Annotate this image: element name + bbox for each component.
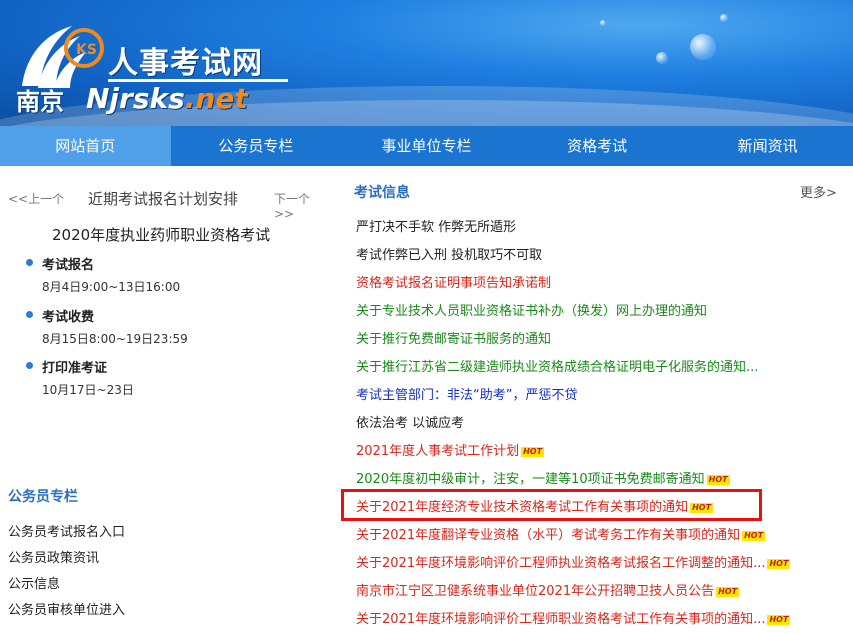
news-item[interactable]: 关于专业技术人员职业资格证书补办（换发）网上办理的通知 [356, 298, 790, 326]
news-item-text: 严打决不手软 作弊无所遁形 [356, 220, 517, 235]
civil-servant-link[interactable]: 公示信息 [8, 572, 125, 598]
civil-servant-link[interactable]: 公务员审核单位进入 [8, 598, 125, 624]
carousel-next-button[interactable]: 下一个>> [274, 190, 328, 221]
news-item-text: 关于2021年度环境影响评价工程师职业资格考试工作有关事项的通知... [356, 612, 766, 627]
main-nav: 网站首页 公务员专栏 事业单位专栏 资格考试 新闻资讯 [0, 126, 853, 166]
exam-plan-carousel: <<上一个 近期考试报名计划安排 下一个>> [8, 188, 328, 221]
news-item-text: 考试作弊已入刑 投机取巧不可取 [356, 248, 543, 263]
hot-badge: HOT [521, 446, 545, 457]
logo-domain-suffix: .net [184, 82, 248, 115]
news-item[interactable]: 关于推行江苏省二级建造师执业资格成绩合格证明电子化服务的通知... [356, 354, 790, 382]
news-list: 严打决不手软 作弊无所遁形考试作弊已入刑 投机取巧不可取 资格考试报名证明事项告知… [356, 214, 791, 634]
news-item[interactable]: 关于推行免费邮寄证书服务的通知 [356, 326, 790, 354]
logo-city: 南京 [16, 88, 64, 116]
hot-badge: HOT [742, 530, 766, 541]
news-item-text: 资格考试报名证明事项告知承诺制 [356, 276, 552, 291]
site-header: KS 人事考试网 南京 Njrsks.net [0, 0, 853, 126]
highlight-box [341, 489, 762, 521]
nav-item-civil-servant[interactable]: 公务员专栏 [171, 126, 342, 166]
news-item-text: 依法治考 以诚应考 [356, 416, 465, 431]
step-date: 10月17日~23日 [42, 383, 134, 397]
news-item[interactable]: 考试主管部门：非法“助考”，严惩不贷 [356, 382, 790, 410]
news-item[interactable]: 关于2021年度环境影响评价工程师执业资格考试报名工作调整的通知... HOT [356, 550, 791, 578]
nav-item-public-institution[interactable]: 事业单位专栏 [341, 126, 512, 166]
exam-name[interactable]: 2020年度执业药师职业资格考试 [52, 224, 270, 245]
news-item-text: 2020年度初中级审计，注安，一建等10项证书免费邮寄通知 [356, 472, 705, 487]
news-item[interactable]: 资格考试报名证明事项告知承诺制 [356, 270, 790, 298]
news-item-text: 关于推行江苏省二级建造师执业资格成绩合格证明电子化服务的通知... [356, 360, 759, 375]
news-item[interactable]: 考试作弊已入刑 投机取巧不可取 [356, 242, 790, 270]
hot-badge: HOT [706, 474, 730, 485]
bullet-dot-icon [26, 362, 33, 369]
news-item-text: 关于专业技术人员职业资格证书补办（换发）网上办理的通知 [356, 304, 708, 319]
hot-badge: HOT [767, 558, 791, 569]
step-title: 打印准考证 [42, 361, 108, 376]
site-title[interactable]: 人事考试网 [108, 38, 263, 82]
logo-domain-name: Njrsks [86, 82, 185, 115]
news-item[interactable]: 依法治考 以诚应考 [356, 410, 790, 438]
news-item[interactable]: 关于2021年度环境影响评价工程师职业资格考试工作有关事项的通知... HOT [356, 606, 791, 634]
step-title: 考试报名 [42, 258, 95, 273]
nav-item-news[interactable]: 新闻资讯 [682, 126, 853, 166]
carousel-prev-button[interactable]: <<上一个 [8, 190, 64, 207]
civil-servant-link[interactable]: 公务员考试报名入口 [8, 520, 125, 546]
news-item[interactable]: 关于2021年度翻译专业资格（水平）考试考务工作有关事项的通知 HOT [356, 522, 790, 550]
bullet-dot-icon [26, 311, 33, 318]
step-date: 8月4日9:00~13日16:00 [42, 280, 181, 294]
news-item[interactable]: 2021年度人事考试工作计划 HOT [356, 438, 790, 466]
civil-servant-section-title[interactable]: 公务员专栏 [8, 486, 78, 506]
news-item[interactable]: 严打决不手软 作弊无所遁形 [356, 214, 790, 242]
hot-badge: HOT [767, 614, 791, 625]
step-title: 考试收费 [42, 310, 95, 325]
civil-servant-link[interactable]: 公务员政策资讯 [8, 546, 125, 572]
civil-servant-links: 公务员考试报名入口 公务员政策资讯 公示信息 公务员审核单位进入 [8, 520, 125, 624]
bubble-decoration [690, 34, 716, 60]
carousel-title: 近期考试报名计划安排 [88, 190, 239, 208]
nav-item-home[interactable]: 网站首页 [0, 126, 171, 166]
bubble-decoration [600, 20, 606, 26]
logo-domain: Njrsks.net [86, 82, 248, 115]
bubble-decoration [656, 52, 668, 64]
hot-badge: HOT [716, 586, 740, 597]
logo-letters: KS [76, 42, 97, 58]
bullet-dot-icon [26, 259, 33, 266]
step-date: 8月15日8:00~19日23:59 [42, 332, 188, 346]
news-item-text: 南京市江宁区卫健系统事业单位2021年公开招聘卫技人员公告 [356, 584, 715, 599]
exam-info-section-title[interactable]: 考试信息 [354, 182, 410, 202]
nav-item-qualification-exam[interactable]: 资格考试 [512, 126, 683, 166]
news-item[interactable]: 南京市江宁区卫健系统事业单位2021年公开招聘卫技人员公告 HOT [356, 578, 790, 606]
bubble-decoration [720, 14, 728, 22]
news-item-text: 关于2021年度翻译专业资格（水平）考试考务工作有关事项的通知 [356, 528, 741, 543]
news-item-text: 关于2021年度环境影响评价工程师执业资格考试报名工作调整的通知... [356, 556, 766, 571]
news-item-text: 考试主管部门：非法“助考”，严惩不贷 [356, 388, 578, 403]
news-item-text: 关于推行免费邮寄证书服务的通知 [356, 332, 552, 347]
news-item-text: 2021年度人事考试工作计划 [356, 444, 520, 459]
more-link[interactable]: 更多> [800, 182, 837, 201]
